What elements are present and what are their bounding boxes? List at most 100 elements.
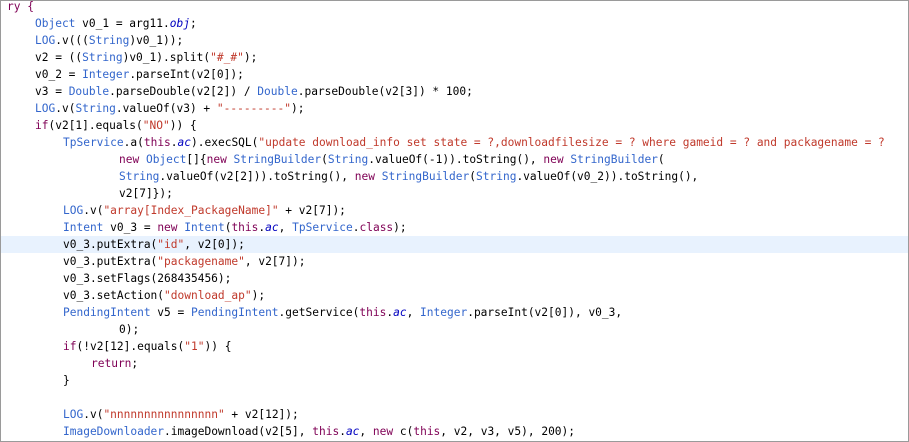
- code-token: + v2[12]);: [224, 408, 299, 421]
- code-line[interactable]: LOG.v(((String)v0_1));: [1, 32, 908, 49]
- code-token: Intent: [63, 221, 104, 234]
- code-token: new: [206, 153, 234, 166]
- code-line[interactable]: v0_2 = Integer.parseInt(v2[0]);: [1, 66, 908, 83]
- code-line[interactable]: }: [1, 372, 908, 389]
- code-token: .valueOf(v3) +: [115, 102, 217, 115]
- code-token: String: [82, 51, 123, 64]
- code-token: "packagename": [157, 255, 245, 268]
- code-editor[interactable]: ry {Object v0_1 = arg11.obj; LOG.v(((Stri…: [0, 0, 909, 442]
- code-line[interactable]: LOG.v(String.valueOf(v3) + "---------");: [1, 100, 908, 117]
- code-token: LOG: [63, 408, 84, 421]
- code-token: String: [88, 34, 130, 47]
- code-line[interactable]: TpService.a(this.ac).execSQL("update dow…: [1, 134, 908, 151]
- code-line[interactable]: ImageDownloader.imageDownload(v2[5], thi…: [1, 423, 908, 440]
- code-token: .v(((: [55, 34, 89, 47]
- code-token: LOG: [63, 204, 84, 217]
- code-token: ac: [177, 136, 192, 149]
- code-token: TpService: [292, 221, 353, 234]
- code-line[interactable]: new Object[]{new StringBuilder(String.va…: [1, 151, 908, 168]
- code-line[interactable]: [1, 389, 908, 406]
- code-token: v0_3.setFlags(268435456);: [63, 272, 232, 285]
- code-token: .parseInt(v2[0]);: [129, 68, 244, 81]
- code-token: (v2[1].equals(: [48, 119, 143, 132]
- code-token: .parseInt(v2[0]), v0_3,: [467, 306, 623, 319]
- code-token: Object: [35, 17, 76, 30]
- code-token: c(: [399, 425, 414, 438]
- code-line[interactable]: return;: [1, 355, 908, 372]
- code-token: ac: [393, 306, 407, 319]
- code-token: new: [354, 170, 382, 183]
- code-token: this: [143, 136, 171, 149]
- code-token: .: [339, 425, 346, 438]
- code-line[interactable]: v2 = ((String)v0_1).split("#_#");: [1, 49, 908, 66]
- code-token: "#_#": [210, 51, 244, 64]
- code-token: + v2[7]);: [278, 204, 346, 217]
- code-token: .a(: [123, 136, 144, 149]
- code-token: LOG: [35, 34, 56, 47]
- code-token: new: [543, 153, 571, 166]
- code-token: v2[7]});: [119, 187, 173, 200]
- code-token: v0_3.putExtra(: [63, 238, 158, 251]
- code-token: "id": [157, 238, 185, 251]
- code-token: "download_ap": [164, 289, 252, 302]
- code-token: 0);: [119, 323, 140, 336]
- code-token: new: [372, 425, 400, 438]
- code-token: this: [231, 221, 259, 234]
- code-token: v0_3.setAction(: [63, 289, 165, 302]
- code-token: (!v2[12].equals(: [76, 340, 185, 353]
- code-line[interactable]: PendingIntent v5 = PendingIntent.getServ…: [1, 304, 908, 321]
- code-token: obj: [169, 17, 190, 30]
- code-token: ImageDownloader: [63, 425, 165, 438]
- code-token: v3 =: [35, 85, 69, 98]
- code-line-highlighted[interactable]: v0_3.putExtra("id", v2[0]);: [1, 236, 908, 253]
- code-token: "1": [184, 340, 205, 353]
- code-token: v2 = ((: [35, 51, 83, 64]
- code-line[interactable]: v0_3.putExtra("packagename", v2[7]);: [1, 253, 908, 270]
- code-token: this: [359, 306, 387, 319]
- code-token: return: [91, 357, 132, 370]
- code-token: .getService(: [278, 306, 360, 319]
- code-token: v0_3 =: [103, 221, 158, 234]
- code-token: .parseDouble(v2[3]) * 100;: [297, 85, 473, 98]
- code-token: );: [243, 51, 258, 64]
- code-line[interactable]: Object v0_1 = arg11.obj;: [1, 15, 908, 32]
- code-token: , v2, v3, v5), 200);: [440, 425, 576, 438]
- code-line[interactable]: v0_3.setFlags(268435456);: [1, 270, 908, 287]
- code-token: "array[Index_PackageName]": [103, 204, 279, 217]
- code-token: , v2[7]);: [244, 255, 306, 268]
- code-token: .parseDouble(v2[2]) /: [109, 85, 258, 98]
- code-token: , v2[0]);: [184, 238, 245, 251]
- code-line[interactable]: if(!v2[12].equals("1")) {: [1, 338, 908, 355]
- code-token: StringBuilder: [233, 153, 322, 166]
- code-token: .v(: [83, 408, 104, 421]
- code-token: ,: [406, 306, 421, 319]
- code-line[interactable]: if(v2[1].equals("NO")) {: [1, 117, 908, 134]
- code-line[interactable]: ry {: [1, 1, 908, 15]
- code-token: );: [291, 102, 305, 115]
- code-token: (: [321, 153, 328, 166]
- code-token: ,: [359, 425, 373, 438]
- code-line[interactable]: 0);: [1, 321, 908, 338]
- code-line[interactable]: String.valueOf(v2[2])).toString(), new S…: [1, 168, 908, 185]
- code-token: ;: [131, 357, 139, 370]
- code-token: StringBuilder: [381, 170, 470, 183]
- code-token: if: [35, 119, 49, 132]
- code-token: TpService: [63, 136, 124, 149]
- code-line[interactable]: LOG.v("array[Index_PackageName]" + v2[7]…: [1, 202, 908, 219]
- code-token: v0_3.putExtra(: [63, 255, 158, 268]
- code-token: this: [312, 425, 340, 438]
- code-token: Integer: [82, 68, 130, 81]
- code-token: ;: [189, 17, 197, 30]
- code-line[interactable]: v2[7]});: [1, 185, 908, 202]
- code-line[interactable]: v0_3.setAction("download_ap");: [1, 287, 908, 304]
- code-token: .: [170, 136, 178, 149]
- code-token: String: [75, 102, 116, 115]
- code-token: (: [469, 170, 477, 183]
- code-line[interactable]: LOG.v("nnnnnnnnnnnnnnnn" + v2[12]);: [1, 406, 908, 423]
- code-token: "NO": [142, 119, 170, 132]
- code-token: .valueOf(v2[2])).toString(),: [159, 170, 355, 183]
- code-line[interactable]: Intent v0_3 = new Intent(this.ac, TpServ…: [1, 219, 908, 236]
- code-line[interactable]: v3 = Double.parseDouble(v2[2]) / Double.…: [1, 83, 908, 100]
- code-token: v5 =: [150, 306, 191, 319]
- code-token: ,: [278, 221, 293, 234]
